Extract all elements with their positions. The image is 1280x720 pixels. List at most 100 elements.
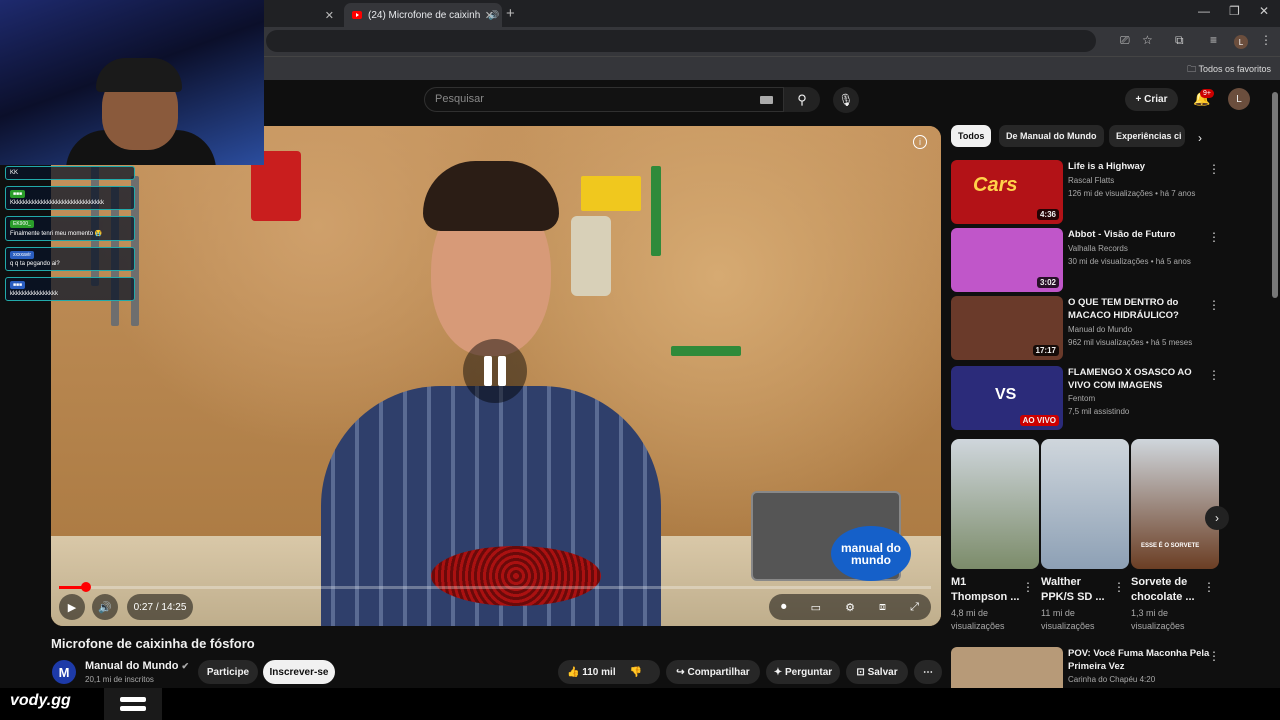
window-close-icon[interactable]: ✕ xyxy=(1259,4,1269,18)
chip-label: De Manual do Mundo xyxy=(1006,131,1097,141)
more-actions-button[interactable]: ⋯ xyxy=(914,660,942,684)
duration-badge: 3:02 xyxy=(1036,277,1059,288)
recommendation-item[interactable]: Cars 4:36 Life is a Highway Rascal Flatts… xyxy=(951,160,1271,224)
star-icon[interactable]: ☆ xyxy=(1142,33,1153,47)
minimize-icon[interactable]: — xyxy=(1198,4,1210,18)
more-vert-icon[interactable]: ⋮ xyxy=(1208,162,1220,176)
search-placeholder: Pesquisar xyxy=(435,93,484,105)
short-thumbnail[interactable] xyxy=(1041,439,1129,569)
url-field[interactable] xyxy=(266,30,1096,52)
screen: ✕ (24) Microfone de caixinh 🔊 ✕ + — ❐ ✕ … xyxy=(0,0,1280,720)
settings-gear-icon[interactable]: ⚙ xyxy=(845,601,855,614)
miniplayer-icon[interactable]: ⧈ xyxy=(879,601,886,614)
progress-bar[interactable] xyxy=(59,582,931,592)
cast-icon[interactable]: ⎚ xyxy=(1120,33,1130,48)
more-vert-icon[interactable]: ⋮ xyxy=(1022,580,1034,594)
progress-knob[interactable] xyxy=(81,582,92,592)
pause-bar xyxy=(498,356,506,386)
account-avatar[interactable]: L xyxy=(1228,88,1250,110)
volume-button[interactable]: 🔊 xyxy=(92,594,118,620)
chat-text: Kkkkkkkkkkkkkkkkkkkkkkkkkkkkkkk xyxy=(10,200,105,206)
short-thumbnail[interactable]: ESSE É O SORVETE xyxy=(1131,439,1219,569)
profile-avatar[interactable]: L xyxy=(1234,35,1248,49)
recommendation-item[interactable]: 17:17 O QUE TEM DENTRO do MACACO HIDRÁUL… xyxy=(951,296,1271,360)
more-icon: ⋯ xyxy=(923,666,933,678)
play-button[interactable]: ▶ xyxy=(59,594,85,620)
more-vert-icon[interactable]: ⋮ xyxy=(1208,649,1220,663)
bookmarks-folder[interactable]: 🗀 Todos os favoritos xyxy=(1187,62,1271,78)
chip-experiences[interactable]: Experiências ci xyxy=(1109,125,1185,147)
rec-meta: 30 mi de visualizações • há 5 anos xyxy=(1068,257,1191,266)
chevron-right-icon: › xyxy=(1215,511,1219,525)
restore-icon[interactable]: ❐ xyxy=(1229,4,1240,18)
close-icon[interactable]: ✕ xyxy=(325,9,334,22)
search-button[interactable]: ⚲ xyxy=(784,87,820,112)
voice-search-button[interactable]: 🎙 xyxy=(833,87,859,113)
more-vert-icon[interactable]: ⋮ xyxy=(1113,580,1125,594)
chip-channel[interactable]: De Manual do Mundo xyxy=(999,125,1104,147)
rec-title: POV: Você Fuma Maconha Pela Primeira Vez xyxy=(1068,648,1210,672)
recommendation-item[interactable]: 3:02 Abbot - Visão de Futuro Valhalla Re… xyxy=(951,228,1271,292)
extensions-icon[interactable]: ⧉ xyxy=(1175,33,1184,48)
menu-icon[interactable]: ⋮ xyxy=(1260,33,1272,47)
chat-user-badge: ■■■ xyxy=(10,190,26,198)
video-thumbnail[interactable]: VS AO VIVO xyxy=(951,366,1063,430)
short-title[interactable]: Sorvete de chocolate ... xyxy=(1131,575,1205,605)
search-input[interactable]: Pesquisar xyxy=(424,87,784,112)
youtube-favicon-icon xyxy=(352,11,362,19)
recommendation-item[interactable]: VS AO VIVO FLAMENGO X OSASCO AO VIVO COM … xyxy=(951,366,1271,430)
short-title[interactable]: M1 Thompson ... xyxy=(951,575,1025,605)
video-thumbnail[interactable]: 3:02 xyxy=(951,228,1063,292)
ask-button[interactable]: ✦ Perguntar xyxy=(766,660,840,684)
like-count: 110 mil xyxy=(582,666,616,678)
media-icon[interactable]: ≡ xyxy=(1210,33,1217,47)
chevron-right-icon[interactable]: › xyxy=(1198,131,1202,145)
video-thumbnail[interactable]: 17:17 xyxy=(951,296,1063,360)
chat-message: xxxxavir q q ta pegando ai? xyxy=(5,247,135,271)
more-vert-icon[interactable]: ⋮ xyxy=(1208,368,1220,382)
pause-overlay[interactable] xyxy=(463,339,527,403)
chat-user: EK900_ xyxy=(10,220,34,228)
glove-image xyxy=(571,216,611,296)
more-vert-icon[interactable]: ⋮ xyxy=(1208,230,1220,244)
video-thumbnail[interactable]: Cars 4:36 xyxy=(951,160,1063,224)
close-icon[interactable]: ✕ xyxy=(485,9,494,22)
screwdriver-image xyxy=(651,166,661,256)
channel-name-text: Manual do Mundo xyxy=(85,660,179,672)
screwdriver-rack-image xyxy=(671,346,741,356)
like-button[interactable]: 👍 110 mil xyxy=(567,667,616,678)
new-tab-icon[interactable]: + xyxy=(506,5,515,22)
shorts-next-button[interactable]: › xyxy=(1205,506,1229,530)
share-button[interactable]: ↪ Compartilhar xyxy=(666,660,760,684)
channel-name[interactable]: Manual do Mundo ✔ xyxy=(85,660,189,672)
rec-channel: Rascal Flatts xyxy=(1068,176,1115,185)
vody-logo: vody.gg xyxy=(10,692,71,709)
chip-todos[interactable]: Todos xyxy=(951,125,992,147)
save-button[interactable]: ⊡ Salvar xyxy=(846,660,908,684)
channel-avatar[interactable]: M xyxy=(52,660,76,684)
short-thumbnail[interactable] xyxy=(951,439,1039,569)
fullscreen-icon[interactable]: ⤢ xyxy=(910,601,919,614)
subscribe-button[interactable]: Inscrever-se xyxy=(263,660,335,684)
autoplay-toggle-icon[interactable]: ⏺ xyxy=(781,601,787,614)
keyboard-icon[interactable] xyxy=(760,96,773,104)
more-vert-icon[interactable]: ⋮ xyxy=(1208,298,1220,312)
subtitles-icon[interactable]: ▭ xyxy=(811,601,821,614)
play-icon: ▶ xyxy=(67,601,77,614)
tab-active[interactable]: (24) Microfone de caixinh 🔊 ✕ xyxy=(344,3,502,27)
dislike-button[interactable]: 👎 xyxy=(630,667,642,678)
red-wire-coil-image xyxy=(431,546,601,606)
more-vert-icon[interactable]: ⋮ xyxy=(1203,580,1215,594)
short-views: 11 mi de visualizações xyxy=(1041,608,1095,631)
watermark-text: manual do mundo xyxy=(840,540,901,567)
subscribe-label: Inscrever-se xyxy=(269,666,329,678)
join-button[interactable]: Participe xyxy=(198,660,258,684)
share-label: Compartilhar xyxy=(687,666,750,678)
info-icon[interactable]: i xyxy=(913,135,927,149)
microphone-icon: 🎙 xyxy=(838,93,854,107)
tab-inactive[interactable]: ✕ xyxy=(266,3,342,27)
create-button[interactable]: + Criar xyxy=(1125,88,1178,111)
video-player[interactable]: manual do mundo i ▶ 🔊 0:27 / 14:25 ⏺ ▭ ⚙… xyxy=(51,126,941,626)
short-title[interactable]: Walther PPK/S SD ... xyxy=(1041,575,1115,605)
scrollbar-thumb[interactable] xyxy=(1272,92,1278,298)
